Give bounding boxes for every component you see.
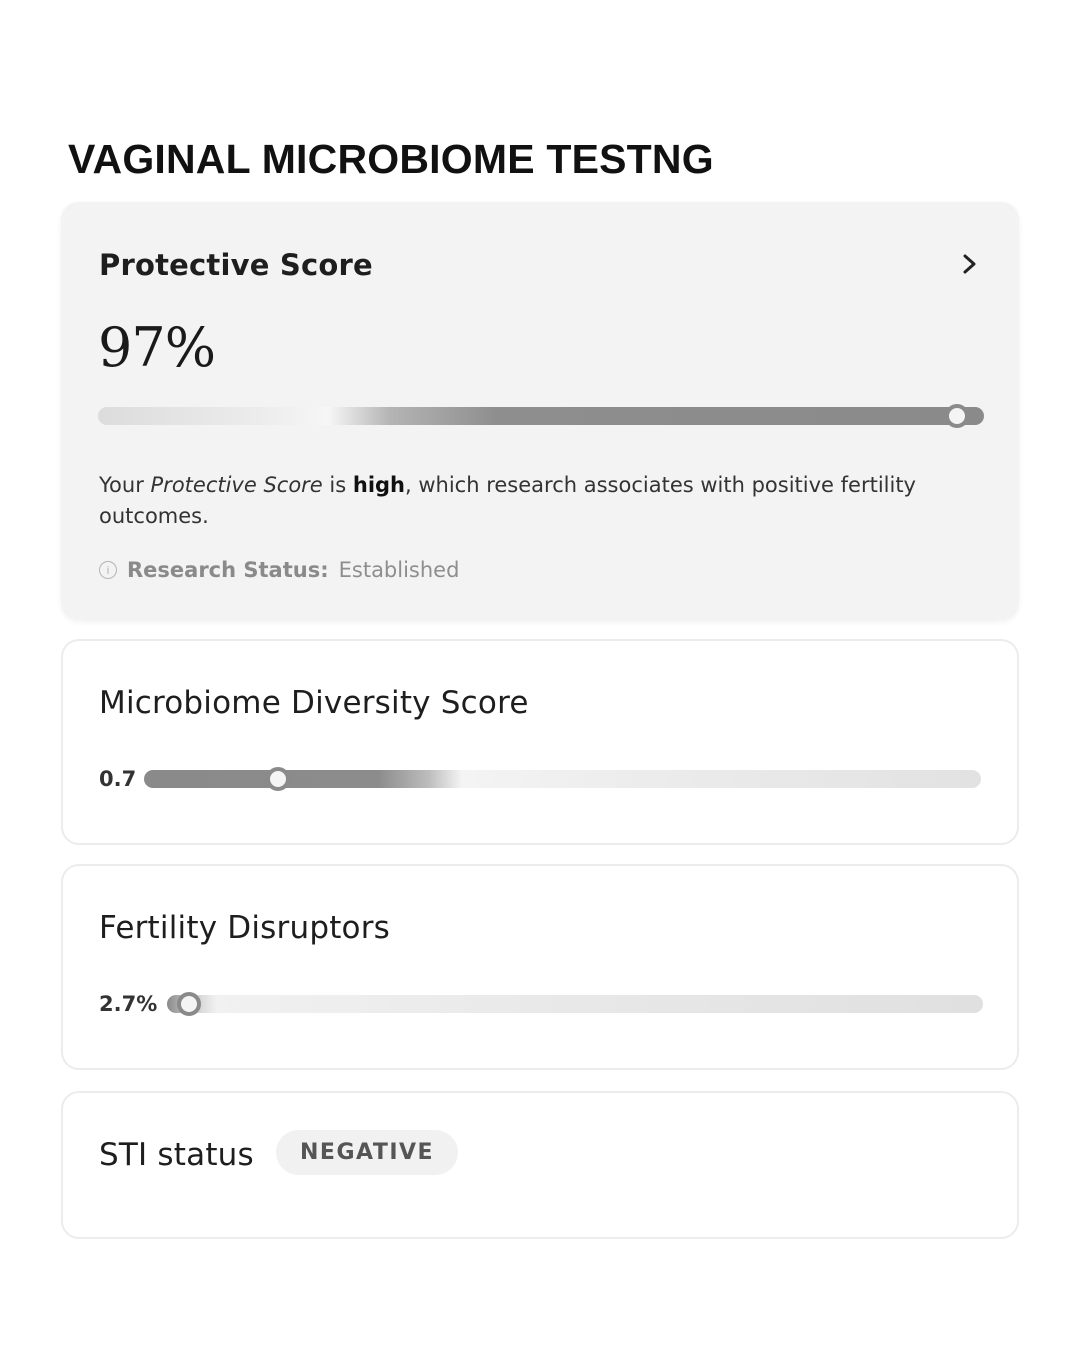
card-title: Fertility Disruptors <box>99 910 391 946</box>
sti-status-card[interactable]: STI status NEGATIVE <box>61 1091 1019 1239</box>
diversity-score-card[interactable]: Microbiome Diversity Score 0.7 <box>61 639 1019 845</box>
sti-status-badge-wrap: NEGATIVE <box>276 1130 459 1175</box>
card-title: Microbiome Diversity Score <box>99 685 529 721</box>
card-title: STI status <box>99 1137 254 1173</box>
protective-score-bar <box>98 404 984 428</box>
research-status-value: Established <box>338 558 460 582</box>
fertility-disruptors-value: 2.7% <box>99 992 158 1016</box>
research-status-label: Research Status: <box>127 558 329 582</box>
page-title: VAGINAL MICROBIOME TESTNG <box>68 136 714 182</box>
diversity-score-bar <box>144 767 981 791</box>
protective-score-description: Your Protective Score is high, which res… <box>99 473 916 528</box>
status-badge: NEGATIVE <box>276 1130 459 1175</box>
card-title: Protective Score <box>99 248 373 282</box>
protective-score-knob[interactable] <box>945 404 970 428</box>
research-status: i Research Status: Established <box>99 558 459 582</box>
diversity-score-knob[interactable] <box>265 767 290 791</box>
info-icon[interactable]: i <box>99 561 117 579</box>
diversity-score-value: 0.7 <box>99 767 137 791</box>
page: VAGINAL MICROBIOME TESTNG Protective Sco… <box>0 0 1080 1350</box>
fertility-disruptors-knob[interactable] <box>177 992 202 1016</box>
chevron-right-icon[interactable] <box>959 250 981 278</box>
protective-score-card[interactable]: Protective Score 97% Your Protective Sco… <box>61 202 1019 620</box>
protective-score-value: 97% <box>98 316 216 379</box>
fertility-disruptors-bar <box>167 992 983 1016</box>
fertility-disruptors-card[interactable]: Fertility Disruptors 2.7% <box>61 864 1019 1070</box>
